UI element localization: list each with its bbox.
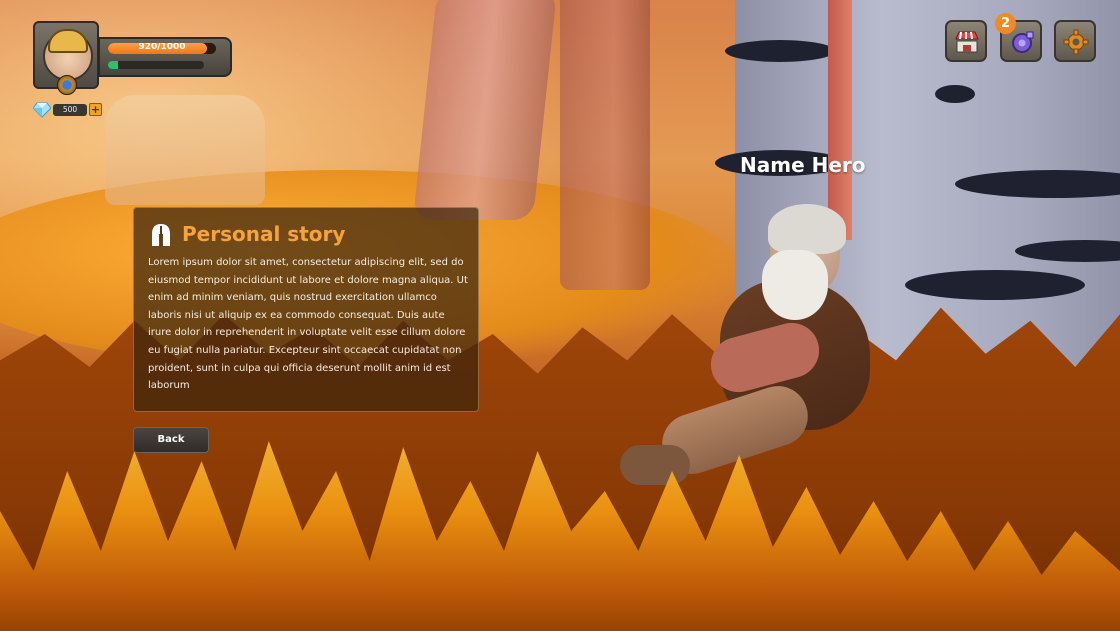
stone-ruin: [105, 95, 265, 205]
experience-bar: [108, 61, 204, 69]
gem-counter: 500 +: [33, 102, 102, 118]
health-bar: 920/1000: [108, 43, 216, 54]
player-stats-panel: 920/1000: [98, 37, 232, 77]
background-tree: [412, 0, 558, 220]
hero-portrait[interactable]: [33, 21, 99, 95]
health-text: 920/1000: [138, 43, 186, 52]
settings-button[interactable]: [1054, 20, 1096, 62]
rank-medal-icon: [57, 75, 77, 95]
helmet-icon: [48, 29, 88, 53]
notification-badge: 2: [995, 13, 1016, 34]
back-button[interactable]: Back: [133, 427, 209, 453]
cog-badge-icon: [1012, 31, 1034, 53]
hero-character: [620, 204, 910, 510]
shop-button[interactable]: [945, 20, 987, 62]
personal-story-panel: Personal story Lorem ipsum dolor sit ame…: [133, 207, 479, 412]
shop-stall-icon: [955, 31, 979, 53]
hero-name: Name Hero: [740, 153, 866, 177]
story-title: Personal story: [182, 222, 346, 246]
tree-bark-stripe: [828, 0, 852, 240]
experience-bar-fill: [108, 61, 118, 69]
add-gems-button[interactable]: +: [89, 103, 102, 116]
diamond-icon: [33, 102, 51, 118]
knight-helmet-icon: [152, 224, 170, 246]
background-tree: [560, 0, 650, 290]
story-text: Lorem ipsum dolor sit amet, consectetur …: [148, 257, 468, 392]
gear-icon: [1063, 29, 1089, 55]
gem-count: 500: [53, 104, 87, 116]
